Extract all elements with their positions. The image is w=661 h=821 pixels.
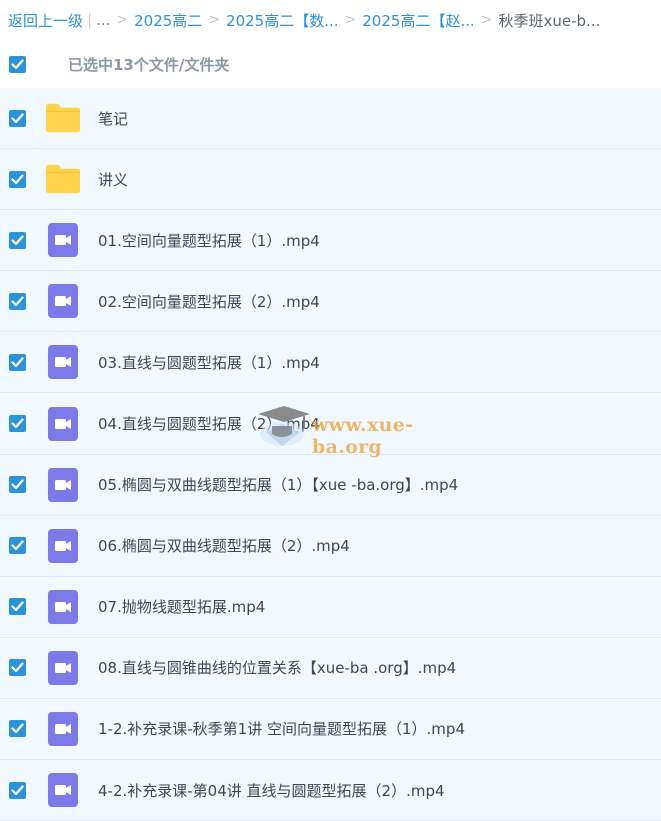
checkmark-icon [11, 112, 24, 123]
row-checkbox[interactable] [9, 292, 26, 310]
breadcrumb-separator: > [344, 12, 357, 28]
file-row[interactable]: 08.直线与圆锥曲线的位置关系【xue-ba .org】.mp4 [0, 637, 661, 699]
file-row[interactable]: 07.抛物线题型拓展.mp4 [0, 576, 661, 638]
breadcrumb-item[interactable]: 2025高二【赵... [362, 10, 474, 31]
checkmark-icon [11, 540, 24, 551]
file-row[interactable]: 02.空间向量题型拓展（2）.mp4 [0, 271, 661, 333]
row-checkbox[interactable] [9, 598, 26, 616]
row-checkbox[interactable] [9, 476, 26, 494]
checkmark-icon [11, 296, 24, 306]
file-name[interactable]: 04.直线与圆题型拓展（2）.mp4 [98, 413, 320, 434]
video-icon-wrap [45, 772, 81, 808]
breadcrumb-separator: > [116, 12, 129, 28]
file-name[interactable]: 02.空间向量题型拓展（2）.mp4 [98, 291, 320, 312]
video-file-icon [48, 406, 78, 441]
folder-icon-wrap [45, 100, 81, 136]
selection-summary: 已选中13个文件/文件夹 [68, 55, 230, 74]
video-icon-wrap [45, 283, 81, 319]
file-name[interactable]: 1-2.补充录课-秋季第1讲 空间向量题型拓展（1）.mp4 [98, 718, 465, 739]
video-file-icon [48, 467, 78, 502]
breadcrumb-separator: > [480, 12, 493, 28]
video-file-icon [48, 589, 78, 624]
file-row[interactable]: 1-2.补充录课-秋季第1讲 空间向量题型拓展（1）.mp4 [0, 698, 661, 761]
checkmark-icon [11, 662, 24, 673]
back-link[interactable]: 返回上一级 [8, 10, 83, 31]
selection-header: 已选中13个文件/文件夹 [0, 40, 661, 88]
file-name[interactable]: 4-2.补充录课-第04讲 直线与圆题型拓展（2）.mp4 [98, 780, 445, 801]
checkmark-icon [11, 174, 24, 184]
row-checkbox[interactable] [9, 781, 26, 799]
file-name[interactable]: 03.直线与圆题型拓展（1）.mp4 [98, 352, 320, 373]
row-checkbox[interactable] [9, 353, 26, 371]
select-all-checkbox[interactable] [9, 55, 26, 73]
breadcrumb-item[interactable]: 2025高二【数... [226, 10, 338, 31]
breadcrumb-ellipsis[interactable]: ... [96, 11, 110, 29]
checkmark-icon [11, 784, 24, 795]
breadcrumb-current: 秋季班xue-b... [498, 11, 601, 30]
checkmark-icon [11, 58, 24, 69]
video-icon-wrap [45, 222, 81, 258]
row-checkbox[interactable] [9, 659, 26, 677]
video-file-icon [48, 345, 78, 380]
video-icon-wrap [45, 344, 81, 380]
checkmark-icon [11, 418, 24, 429]
file-name[interactable]: 08.直线与圆锥曲线的位置关系【xue-ba .org】.mp4 [98, 657, 456, 678]
row-checkbox[interactable] [9, 415, 26, 433]
row-checkbox[interactable] [9, 231, 26, 249]
file-list: 笔记讲义 01.空间向量题型拓展（1）.mp4 02.空间向量题型拓展（2）.mp4… [0, 88, 661, 821]
breadcrumb: 返回上一级 | ... > 2025高二 > 2025高二【数... > 202… [0, 0, 661, 40]
file-name[interactable]: 01.空间向量题型拓展（1）.mp4 [98, 230, 320, 251]
video-file-icon [48, 223, 78, 258]
video-file-icon [48, 711, 78, 746]
folder-row[interactable]: 笔记 [0, 88, 661, 150]
breadcrumb-item[interactable]: 2025高二 [134, 10, 202, 31]
file-row[interactable]: 05.椭圆与双曲线题型拓展（1）【xue -ba.org】.mp4 [0, 454, 661, 516]
file-row[interactable]: 4-2.补充录课-第04讲 直线与圆题型拓展（2）.mp4 [0, 760, 661, 821]
video-icon-wrap [45, 650, 81, 686]
folder-row[interactable]: 讲义 [0, 149, 661, 211]
video-icon-wrap [45, 589, 81, 625]
file-row[interactable]: 04.直线与圆题型拓展（2）.mp4 [0, 393, 661, 455]
folder-icon [45, 164, 81, 194]
video-file-icon [48, 528, 78, 563]
video-icon-wrap [45, 711, 81, 747]
file-name[interactable]: 讲义 [98, 169, 128, 190]
file-row[interactable]: 06.椭圆与双曲线题型拓展（2）.mp4 [0, 515, 661, 577]
folder-icon-wrap [45, 161, 81, 197]
breadcrumb-divider: | [87, 11, 93, 29]
folder-icon [45, 103, 81, 133]
row-checkbox[interactable] [9, 109, 26, 127]
checkmark-icon [11, 235, 24, 245]
file-name[interactable]: 笔记 [98, 108, 128, 129]
video-file-icon [48, 284, 78, 319]
video-file-icon [48, 773, 78, 808]
file-name[interactable]: 06.椭圆与双曲线题型拓展（2）.mp4 [98, 535, 350, 556]
row-checkbox[interactable] [9, 537, 26, 555]
file-row[interactable]: 03.直线与圆题型拓展（1）.mp4 [0, 332, 661, 394]
checkmark-icon [11, 723, 24, 734]
file-name[interactable]: 07.抛物线题型拓展.mp4 [98, 596, 265, 617]
video-file-icon [48, 650, 78, 685]
file-row[interactable]: 01.空间向量题型拓展（1）.mp4 [0, 210, 661, 272]
checkmark-icon [11, 601, 24, 612]
checkmark-icon [11, 357, 24, 368]
video-icon-wrap [45, 528, 81, 564]
video-icon-wrap [45, 406, 81, 442]
breadcrumb-separator: > [208, 12, 221, 28]
checkmark-icon [11, 479, 24, 490]
row-checkbox[interactable] [9, 720, 26, 738]
file-name[interactable]: 05.椭圆与双曲线题型拓展（1）【xue -ba.org】.mp4 [98, 474, 458, 495]
row-checkbox[interactable] [9, 170, 26, 188]
video-icon-wrap [45, 467, 81, 503]
